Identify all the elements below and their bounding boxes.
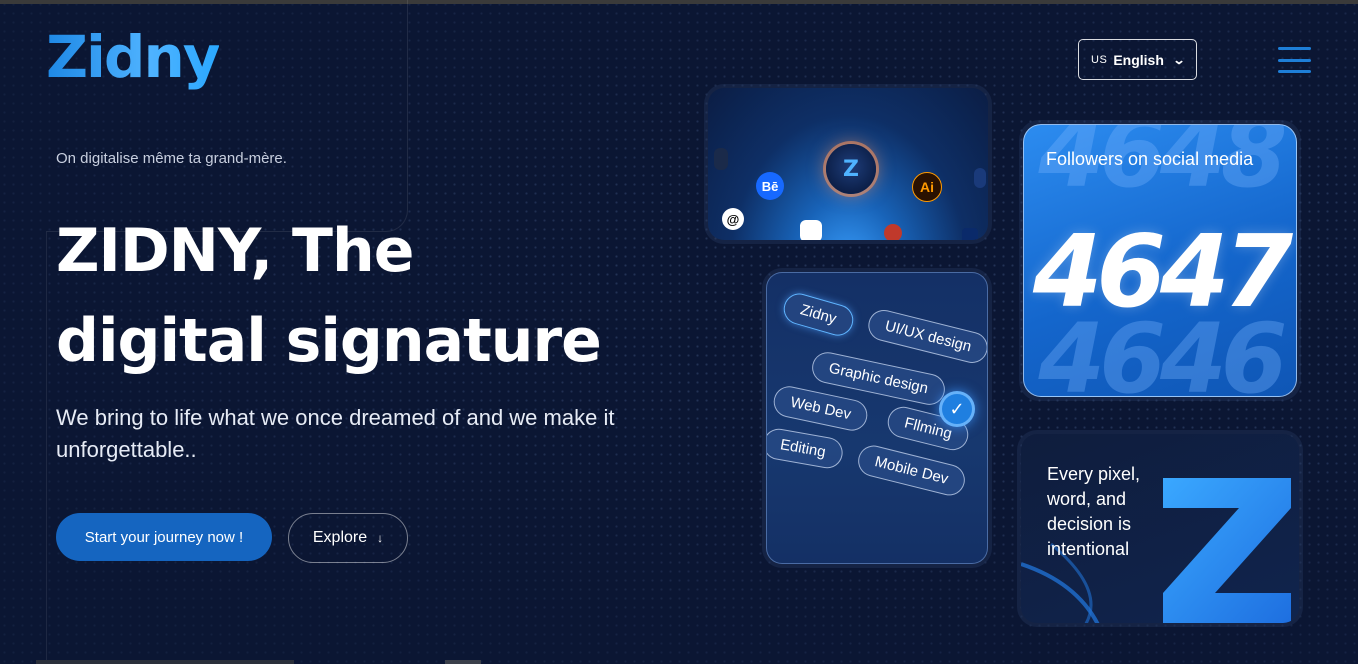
menu-icon[interactable]: [1278, 47, 1311, 73]
skill-pill: Zidny: [780, 289, 857, 340]
skill-pill: Mobile Dev: [854, 442, 969, 499]
language-selector[interactable]: US English ⌄: [1078, 39, 1197, 80]
language-label: English: [1113, 51, 1164, 68]
chevron-down-icon: ⌄: [1172, 52, 1186, 67]
skills-card: Zidny UI/UX design Graphic design Web De…: [762, 268, 992, 568]
threads-icon: @: [722, 208, 744, 230]
explore-button[interactable]: Explore ↓: [288, 513, 408, 563]
scrollbar-track: [36, 660, 294, 664]
arrow-down-icon: ↓: [377, 531, 384, 545]
followers-card: 4648 4646 Followers on social media 4647: [1019, 120, 1301, 401]
hero-subtitle: We bring to life what we once dreamed of…: [56, 405, 615, 462]
app-icon-red: [884, 224, 902, 240]
intentional-text: Every pixel, word, and decision is inten…: [1047, 464, 1141, 559]
tools-card: Z Bē Ai @: [704, 84, 992, 244]
intentional-card: Every pixel, word, and decision is inten…: [1017, 430, 1303, 627]
followers-label: Followers on social media: [1046, 149, 1254, 169]
hero-headline: ZIDNY, The digital signature: [56, 206, 676, 386]
figma-icon: [800, 220, 822, 240]
checkmark-icon: ✓: [939, 391, 975, 427]
decorative-frame-line: [46, 232, 47, 664]
zidny-orb-icon: Z: [826, 144, 876, 194]
photoshop-icon: [962, 228, 978, 240]
skill-pill: Web Dev: [770, 383, 871, 434]
skill-pill: Editing: [767, 426, 845, 471]
partial-left-icon: [714, 148, 728, 170]
hero-tagline: On digitalise même ta grand-mère.: [56, 150, 287, 167]
skill-pill: UI/UX design: [865, 306, 987, 367]
partial-right-icon: [974, 168, 986, 188]
scrollbar-thumb: [445, 660, 481, 664]
illustrator-icon: Ai: [912, 172, 942, 202]
flag-icon: US: [1091, 53, 1108, 66]
followers-count: 4647: [1032, 213, 1293, 330]
logo[interactable]: Zidny: [46, 22, 221, 92]
start-journey-button[interactable]: Start your journey now !: [56, 513, 272, 561]
headline-line-1: ZIDNY, The: [56, 216, 414, 286]
z-logo-icon: [1163, 478, 1291, 623]
behance-icon: Bē: [756, 172, 784, 200]
headline-line-2: digital signature: [56, 306, 602, 376]
explore-label: Explore: [312, 529, 368, 546]
